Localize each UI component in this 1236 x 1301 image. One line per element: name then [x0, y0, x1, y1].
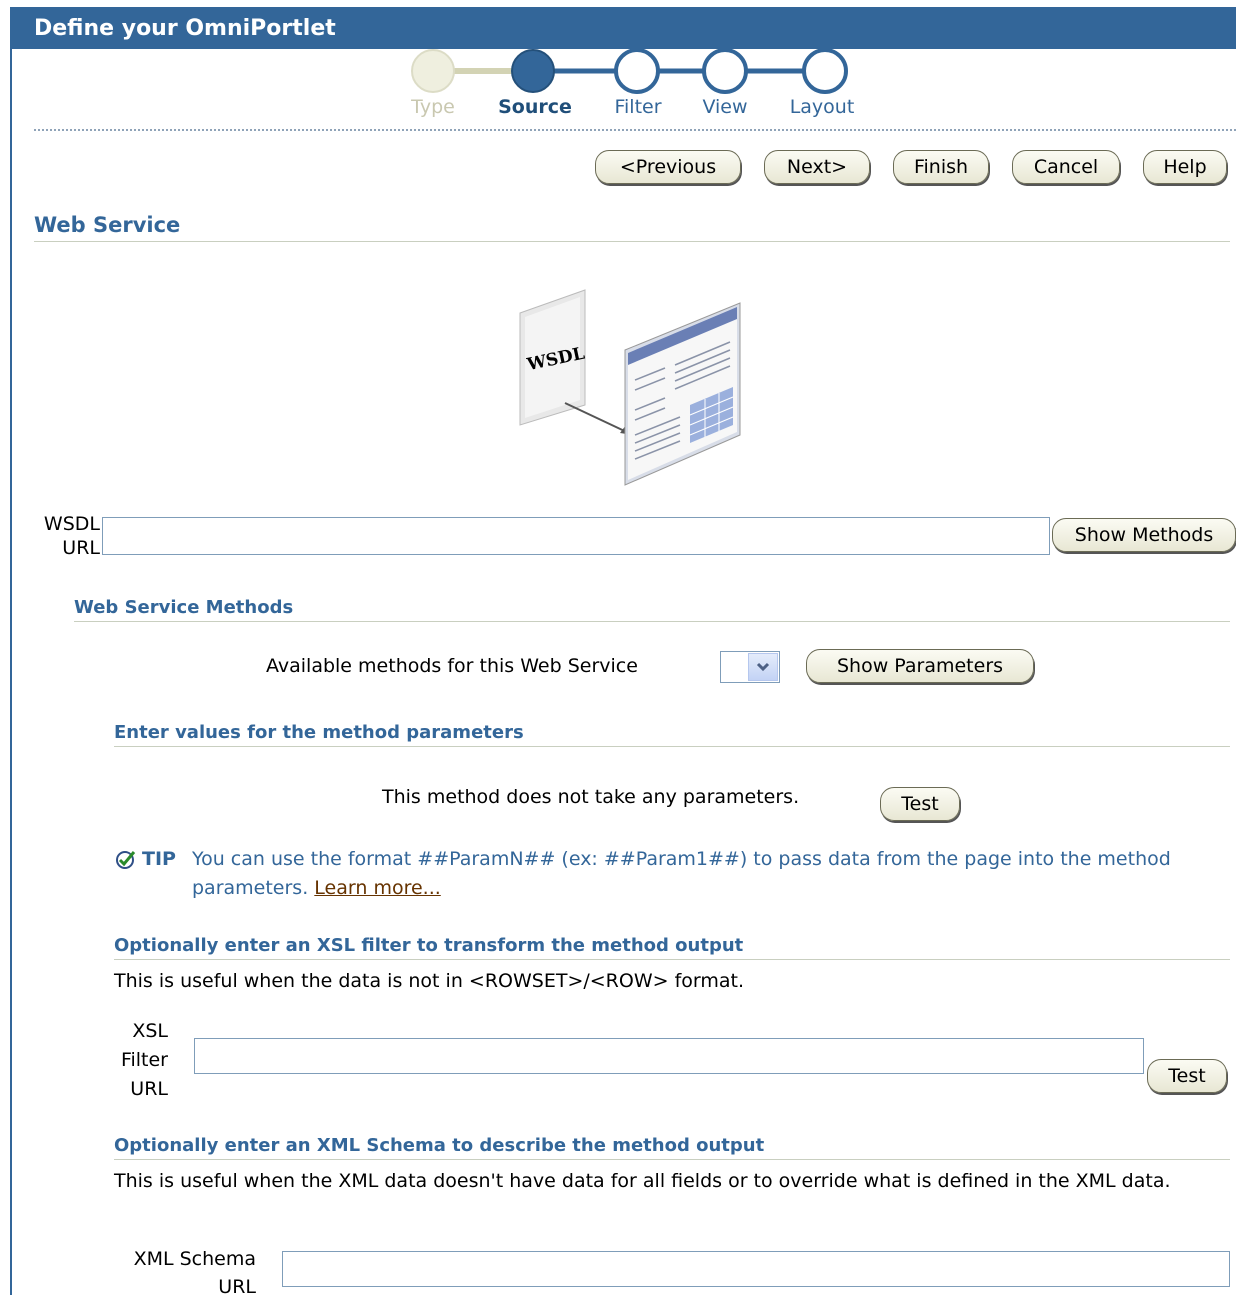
wsdl-url-label-line1: WSDL — [43, 513, 100, 535]
cancel-button[interactable]: Cancel — [1012, 150, 1120, 184]
train-step-layout-icon[interactable] — [802, 49, 848, 94]
train-step-source: Source — [498, 96, 572, 118]
train-step-source-icon — [511, 49, 555, 93]
xml-schema-url-label: XML Schema URL — [100, 1245, 256, 1301]
xsl-filter-title: Optionally enter an XSL filter to transf… — [114, 935, 1230, 960]
methods-select[interactable] — [720, 651, 780, 683]
train-step-layout[interactable]: Layout — [790, 96, 855, 118]
test-parameters-button[interactable]: Test — [880, 787, 960, 821]
xsl-label-line2: Filter — [120, 1049, 168, 1071]
method-parameters-title: Enter values for the method parameters — [114, 722, 1230, 747]
learn-more-link[interactable]: Learn more... — [314, 877, 440, 899]
train-step-filter[interactable]: Filter — [614, 96, 661, 118]
test-xsl-button[interactable]: Test — [1147, 1059, 1227, 1093]
wsdl-url-input[interactable] — [102, 517, 1050, 555]
available-methods-label: Available methods for this Web Service — [266, 655, 638, 677]
xml-schema-title: Optionally enter an XML Schema to descri… — [114, 1135, 1230, 1160]
train-step-type[interactable]: Type — [411, 96, 455, 118]
next-button[interactable]: Next> — [764, 150, 870, 184]
xml-schema-description: This is useful when the XML data doesn't… — [114, 1170, 1171, 1192]
xsl-filter-url-input[interactable] — [194, 1038, 1144, 1074]
schema-label-line1: XML Schema — [133, 1248, 256, 1270]
train-step-type-icon[interactable] — [411, 49, 455, 93]
train-separator — [34, 129, 1236, 131]
xsl-filter-description: This is useful when the data is not in <… — [114, 970, 745, 992]
process-train: Type Source Filter View Layout — [0, 49, 1236, 129]
xml-schema-url-input[interactable] — [282, 1251, 1230, 1287]
checkmark-icon — [116, 851, 136, 869]
wsdl-url-label: WSDL URL — [30, 512, 100, 560]
no-parameters-message: This method does not take any parameters… — [382, 786, 800, 808]
show-parameters-button[interactable]: Show Parameters — [806, 649, 1034, 683]
xsl-filter-url-label: XSL Filter URL — [100, 1017, 168, 1104]
xsl-label-line3: URL — [130, 1078, 168, 1100]
chevron-down-icon[interactable] — [748, 653, 778, 681]
wsdl-illustration: WSDL — [519, 289, 741, 486]
xsl-label-line1: XSL — [132, 1020, 168, 1042]
show-methods-button[interactable]: Show Methods — [1052, 518, 1236, 552]
left-border — [10, 49, 12, 1295]
finish-button[interactable]: Finish — [893, 150, 989, 184]
wsdl-url-label-line2: URL — [62, 537, 100, 559]
schema-label-line2: URL — [218, 1276, 256, 1298]
train-step-view-icon[interactable] — [702, 49, 748, 94]
web-service-methods-title: Web Service Methods — [74, 597, 1230, 622]
previous-button[interactable]: <Previous — [595, 150, 741, 184]
section-title-web-service: Web Service — [34, 213, 1230, 242]
tip-text: You can use the format ##ParamN## (ex: #… — [192, 845, 1222, 903]
train-step-filter-icon[interactable] — [614, 49, 660, 94]
window-title: Define your OmniPortlet — [10, 7, 1236, 49]
help-button[interactable]: Help — [1143, 150, 1227, 184]
train-step-view[interactable]: View — [702, 96, 747, 118]
tip-label: TIP — [142, 848, 176, 870]
